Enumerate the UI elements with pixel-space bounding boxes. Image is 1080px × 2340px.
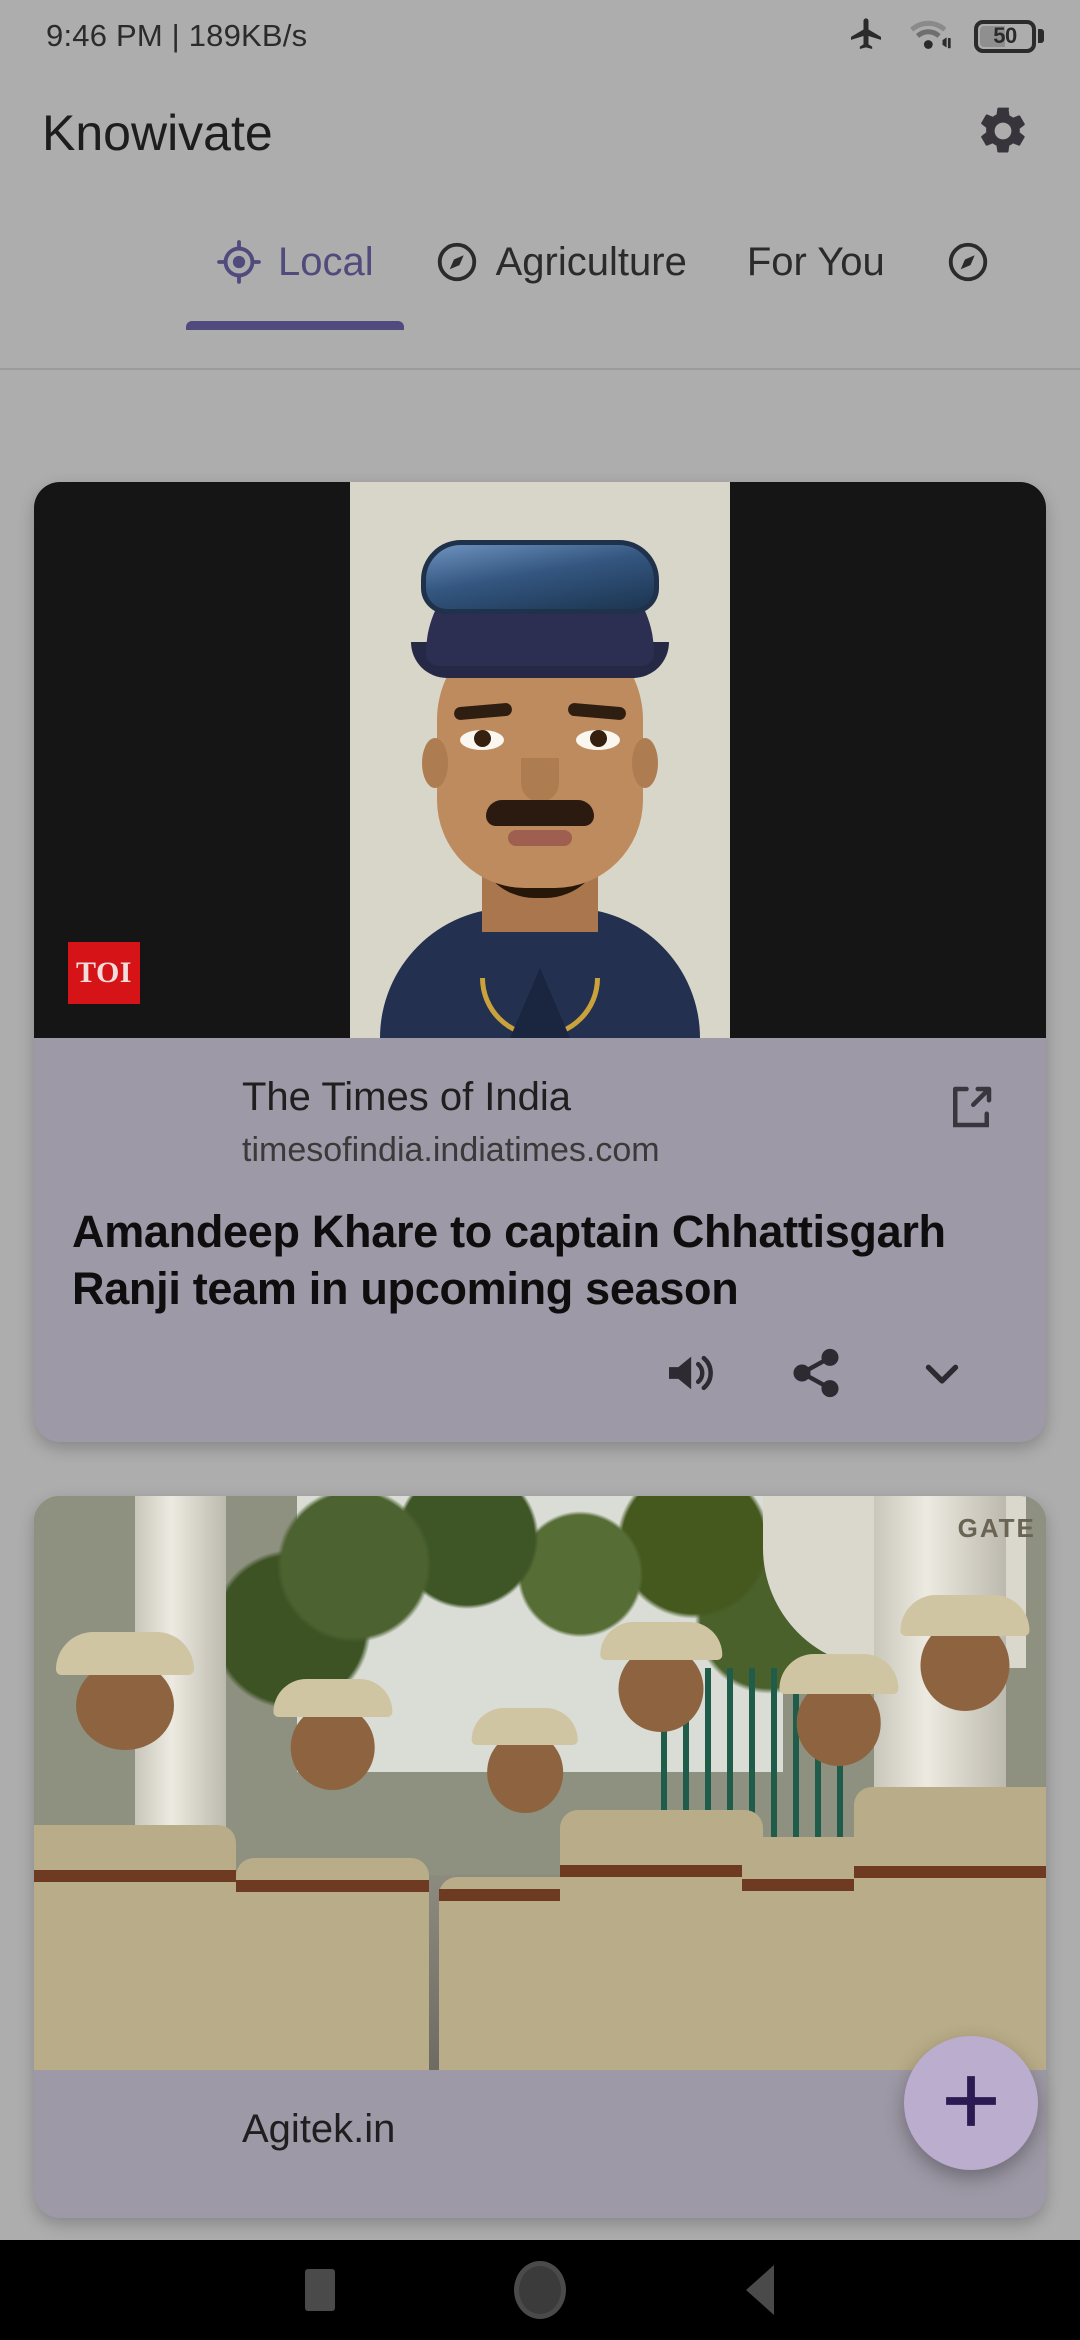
app-title: Knowivate — [42, 105, 273, 161]
source-name: The Times of India — [242, 1075, 572, 1119]
source-row: Agitek.in — [72, 2104, 1008, 2162]
settings-button[interactable] — [968, 98, 1038, 168]
airplane-mode-icon — [846, 14, 886, 59]
share-button[interactable] — [784, 1344, 848, 1408]
battery-icon: 50 — [974, 19, 1044, 53]
tab-local[interactable]: Local — [186, 194, 404, 330]
gear-icon — [975, 103, 1031, 164]
source-logo-text: TOI — [76, 956, 132, 989]
police-officer — [236, 1645, 429, 2070]
source-logo-badge: TOI — [68, 942, 140, 1004]
share-icon — [788, 1345, 844, 1406]
plus-icon — [935, 2065, 1007, 2142]
cricketer-portrait — [350, 482, 730, 1038]
source-text-block: The Times of India timesofindia.indiatim… — [72, 1072, 660, 1171]
source-text-block: Agitek.in — [72, 2104, 395, 2162]
gate-sign-text: GATE — [957, 1513, 1036, 1544]
tab-agriculture[interactable]: Agriculture — [404, 194, 717, 330]
expand-button[interactable] — [910, 1344, 974, 1408]
card-body: Agitek.in — [34, 2070, 1046, 2218]
card-body: The Times of India timesofindia.indiatim… — [34, 1038, 1046, 1442]
compass-icon — [945, 239, 991, 285]
police-officer — [560, 1588, 763, 2070]
app-bar: Knowivate — [0, 72, 1080, 194]
tab-next-partial[interactable] — [915, 194, 1037, 330]
police-officer — [34, 1599, 237, 2070]
tab-for-you-label: For You — [746, 239, 885, 284]
card-actions — [72, 1344, 1008, 1418]
source-row: The Times of India timesofindia.indiatim… — [72, 1072, 1008, 1171]
external-link-icon — [944, 1086, 998, 1138]
open-in-browser-button[interactable] — [944, 1080, 998, 1139]
circle-home-icon — [514, 2261, 566, 2319]
tab-local-label: Local — [278, 239, 374, 284]
card-image[interactable]: TOI — [34, 482, 1046, 1038]
tab-for-you[interactable]: For You — [717, 194, 915, 330]
back-button[interactable] — [650, 2240, 870, 2340]
system-navigation-bar[interactable] — [0, 2240, 1080, 2340]
tab-agriculture-label: Agriculture — [495, 239, 687, 284]
news-card[interactable]: GATE Agitek.in — [34, 1495, 1046, 2218]
read-aloud-button[interactable] — [658, 1344, 722, 1408]
compass-icon — [434, 239, 480, 285]
card-headline[interactable]: Amandeep Khare to captain Chhattisgarh R… — [72, 1203, 1008, 1318]
chevron-down-icon — [915, 1346, 969, 1405]
gps-target-icon — [216, 239, 262, 285]
card-image-inner — [350, 482, 730, 1038]
triangle-back-icon — [746, 2265, 774, 2315]
source-name: Agitek.in — [242, 2106, 396, 2151]
police-photo: GATE — [34, 1495, 1046, 2070]
battery-percent-label: 50 — [993, 23, 1017, 48]
tab-strip[interactable]: Local Agriculture For You — [0, 194, 1080, 368]
news-card[interactable]: TOI The Times of India timesofindia.indi… — [34, 482, 1046, 1442]
recents-button[interactable] — [210, 2240, 430, 2340]
phone-screen: 9:46 PM | 189KB/s 50 Knowivate Local Agr… — [0, 0, 1080, 2340]
square-recents-icon — [305, 2269, 335, 2311]
status-icons: 50 — [846, 14, 1044, 59]
news-feed[interactable]: TOI The Times of India timesofindia.indi… — [0, 372, 1080, 2240]
home-button[interactable] — [430, 2240, 650, 2340]
status-bar: 9:46 PM | 189KB/s 50 — [0, 0, 1080, 72]
source-url: timesofindia.indiatimes.com — [242, 1131, 660, 1169]
tab-active-indicator — [186, 321, 404, 330]
speaker-icon — [662, 1345, 718, 1406]
status-time-and-network-speed: 9:46 PM | 189KB/s — [46, 18, 308, 53]
police-officer — [853, 1565, 1046, 2070]
category-tab-bar[interactable]: Local Agriculture For You — [0, 194, 1080, 370]
card-image[interactable]: GATE — [34, 1495, 1046, 2070]
add-button[interactable] — [904, 2036, 1038, 2170]
wifi-icon — [908, 14, 952, 59]
